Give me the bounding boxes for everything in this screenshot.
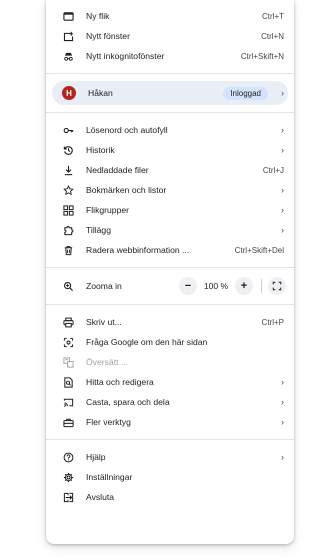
find-icon [62, 376, 74, 388]
history-icon [62, 144, 74, 156]
trash-icon [62, 244, 74, 256]
menu-section-app: Hjälp › Inställningar Avsluta [46, 445, 294, 509]
menu-item-settings[interactable]: Inställningar [46, 467, 294, 487]
chevron-right-icon: › [281, 452, 284, 462]
menu-item-label: Nytt fönster [86, 31, 130, 41]
menu-item-passwords-autofill[interactable]: Lösenord och autofyll › [46, 120, 294, 140]
star-icon [62, 184, 74, 196]
exit-icon [62, 491, 74, 503]
print-icon [62, 316, 74, 328]
menu-separator [46, 267, 294, 268]
chevron-right-icon: › [281, 125, 284, 135]
menu-item-cast-save-share[interactable]: Casta, spara och dela › [46, 392, 294, 412]
avatar: H [62, 86, 76, 100]
help-icon [62, 451, 74, 463]
chevron-right-icon: › [281, 397, 284, 407]
menu-item-label: Hjälp [86, 452, 106, 462]
menu-item-translate[interactable]: Översätt ... [46, 352, 294, 372]
fullscreen-button[interactable] [268, 277, 286, 295]
menu-item-label: Hitta och redigera [86, 377, 154, 387]
menu-item-label: Casta, spara och dela [86, 397, 170, 407]
menu-item-label: Radera webbinformation ... [86, 245, 190, 255]
menu-item-label: Nytt inkognitofönster [86, 51, 165, 61]
menu-item-label: Fler verktyg [86, 417, 131, 427]
menu-item-ask-google[interactable]: Fråga Google om den här sidan [46, 332, 294, 352]
cast-icon [62, 396, 74, 408]
menu-separator [46, 439, 294, 440]
zoom-row: Zooma in − 100 % + [46, 273, 294, 299]
translate-icon [62, 356, 74, 368]
new-window-icon [62, 30, 74, 42]
menu-item-downloads[interactable]: Nedladdade filer Ctrl+J [46, 160, 294, 180]
zoom-controls: − 100 % + [179, 277, 286, 295]
toolbox-icon [62, 416, 74, 428]
menu-item-label: Historik [86, 145, 115, 155]
menu-separator [46, 112, 294, 113]
signed-in-badge: Inloggad [223, 86, 268, 100]
menu-item-label: Tillägg [86, 225, 111, 235]
menu-item-label: Översätt ... [86, 357, 129, 367]
shortcut-label: Ctrl+Skift+N [240, 51, 284, 61]
menu-item-tab-groups[interactable]: Flikgrupper › [46, 200, 294, 220]
menu-item-label: Flikgrupper [86, 205, 129, 215]
menu-item-exit[interactable]: Avsluta [46, 487, 294, 507]
chevron-right-icon: › [281, 417, 284, 427]
menu-item-label: Nedladdade filer [86, 165, 149, 175]
profile-row[interactable]: H Håkan Inloggad › [52, 81, 288, 105]
menu-item-history[interactable]: Historik › [46, 140, 294, 160]
menu-item-label: Inställningar [86, 472, 133, 482]
incognito-icon [62, 50, 74, 62]
zoom-divider [261, 279, 262, 293]
menu-item-help[interactable]: Hjälp › [46, 447, 294, 467]
shortcut-label: Ctrl+T [262, 11, 284, 21]
key-icon [62, 124, 74, 136]
zoom-icon [62, 280, 74, 292]
menu-item-label: Skriv ut... [86, 317, 122, 327]
chrome-main-menu: Ny flik Ctrl+T Nytt fönster Ctrl+N Nytt … [46, 0, 294, 544]
menu-item-new-tab[interactable]: Ny flik Ctrl+T [46, 6, 294, 26]
shortcut-label: Ctrl+Skift+Del [234, 245, 284, 255]
shortcut-label: Ctrl+P [261, 317, 284, 327]
menu-item-clear-browsing-data[interactable]: Radera webbinformation ... Ctrl+Skift+De… [46, 240, 294, 260]
chevron-right-icon: › [281, 185, 284, 195]
menu-section-profile: H Håkan Inloggad › [46, 79, 294, 107]
menu-item-bookmarks-lists[interactable]: Bokmärken och listor › [46, 180, 294, 200]
menu-item-extensions[interactable]: Tillägg › [46, 220, 294, 240]
menu-item-label: Lösenord och autofyll [86, 125, 168, 135]
profile-name: Håkan [88, 88, 113, 98]
settings-icon [62, 471, 74, 483]
menu-section-page: Skriv ut... Ctrl+P Fråga Google om den h… [46, 310, 294, 434]
extension-icon [62, 224, 74, 236]
menu-item-label: Avsluta [86, 492, 115, 502]
zoom-in-button[interactable]: + [235, 277, 253, 295]
shortcut-label: Ctrl+J [262, 165, 284, 175]
shortcut-label: Ctrl+N [261, 31, 284, 41]
menu-item-label: Fråga Google om den här sidan [86, 337, 208, 347]
zoom-label: Zooma in [86, 281, 122, 291]
menu-item-label: Bokmärken och listor [86, 185, 167, 195]
menu-item-print[interactable]: Skriv ut... Ctrl+P [46, 312, 294, 332]
menu-separator [46, 73, 294, 74]
chevron-right-icon: › [281, 88, 284, 98]
fullscreen-icon [272, 281, 282, 291]
google-lens-icon [62, 336, 74, 348]
tab-groups-icon [62, 204, 74, 216]
chevron-right-icon: › [281, 225, 284, 235]
menu-section-tabs: Ny flik Ctrl+T Nytt fönster Ctrl+N Nytt … [46, 4, 294, 68]
menu-item-find-edit[interactable]: Hitta och redigera › [46, 372, 294, 392]
menu-item-new-incognito-window[interactable]: Nytt inkognitofönster Ctrl+Skift+N [46, 46, 294, 66]
menu-item-label: Ny flik [86, 11, 110, 21]
menu-item-more-tools[interactable]: Fler verktyg › [46, 412, 294, 432]
new-tab-icon [62, 10, 74, 22]
menu-separator [46, 304, 294, 305]
menu-item-new-window[interactable]: Nytt fönster Ctrl+N [46, 26, 294, 46]
zoom-level: 100 % [203, 281, 229, 291]
zoom-out-button[interactable]: − [179, 277, 197, 295]
chevron-right-icon: › [281, 145, 284, 155]
menu-section-browser: Lösenord och autofyll › Historik › Nedla… [46, 118, 294, 262]
chevron-right-icon: › [281, 205, 284, 215]
chevron-right-icon: › [281, 377, 284, 387]
download-icon [62, 164, 74, 176]
